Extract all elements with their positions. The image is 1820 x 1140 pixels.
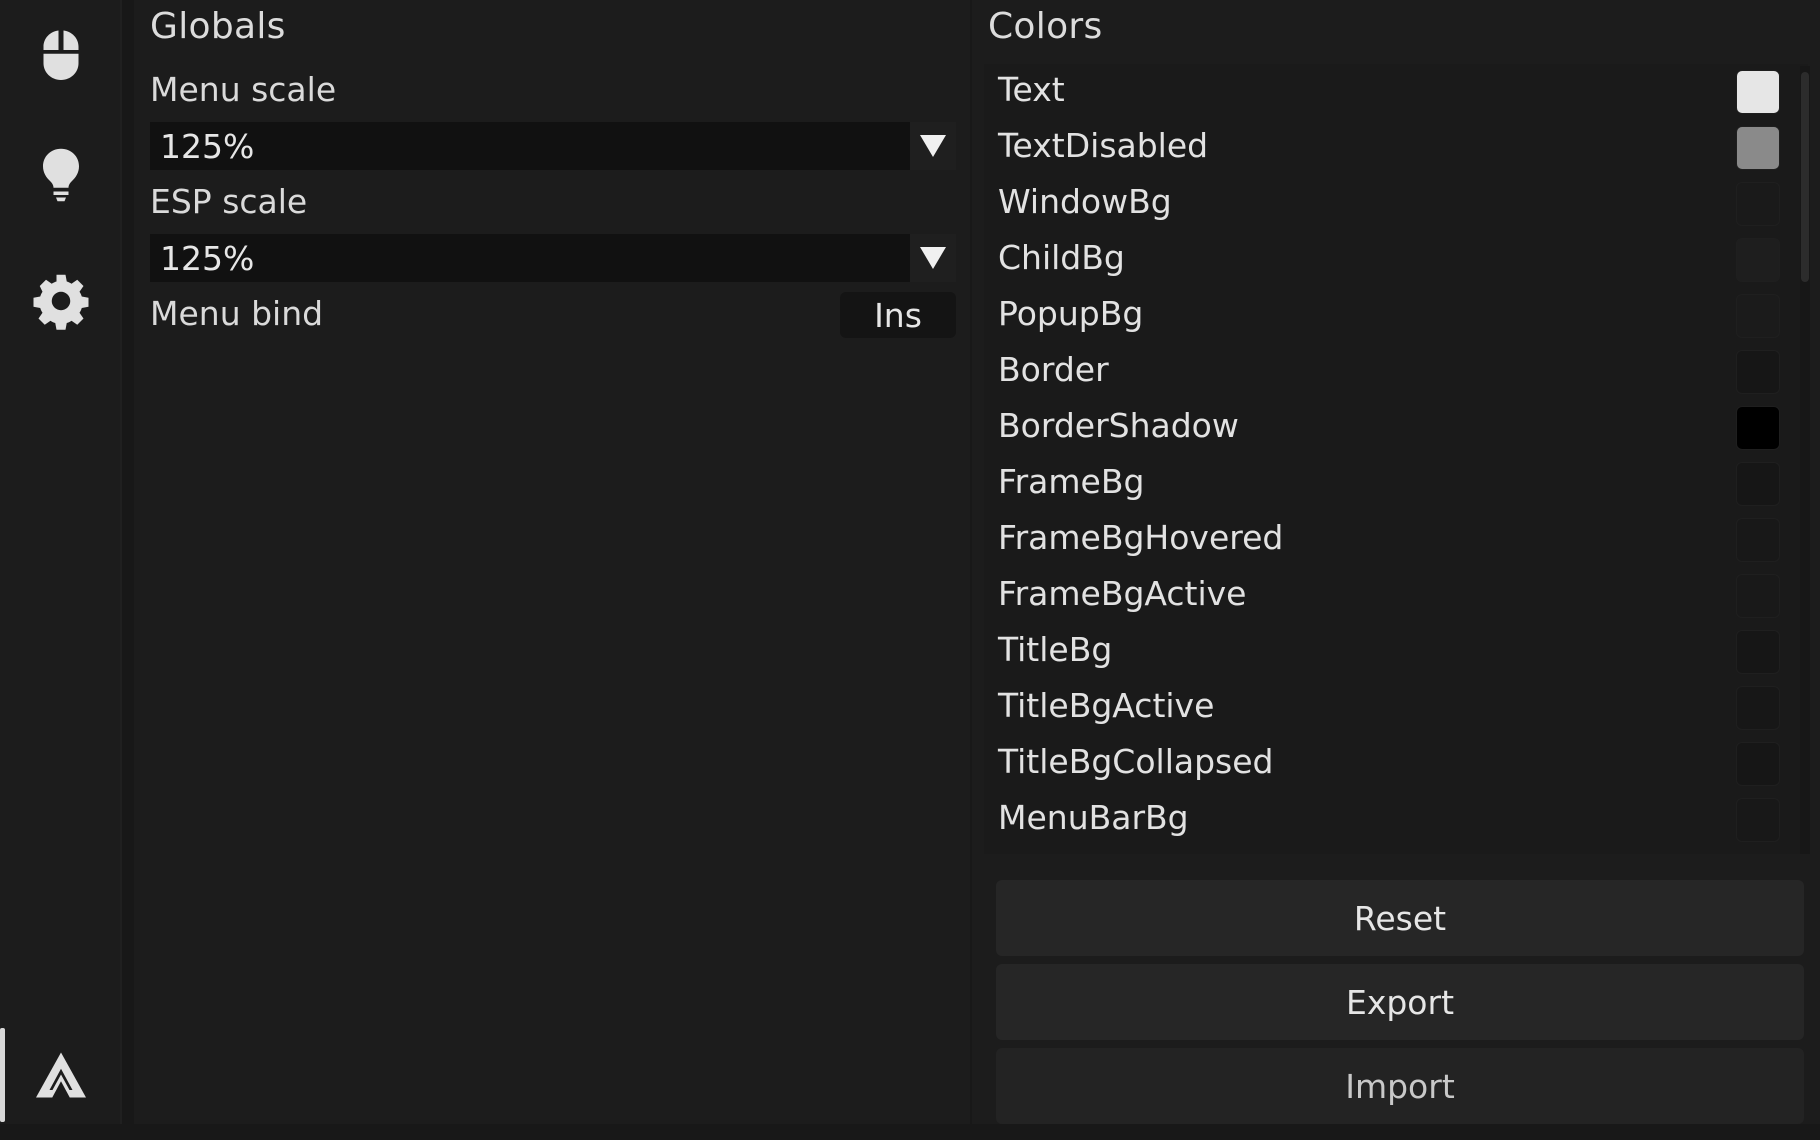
app-window: Globals Menu scale 125% ESP scale 125% M…	[0, 0, 1820, 1140]
color-row[interactable]: TitleBgActive	[984, 680, 1784, 736]
color-row[interactable]: FrameBgHovered	[984, 512, 1784, 568]
scrollbar-thumb[interactable]	[1801, 72, 1809, 282]
color-row[interactable]: FrameBg	[984, 456, 1784, 512]
color-row[interactable]: BorderShadow	[984, 400, 1784, 456]
colors-title: Colors	[988, 6, 1103, 47]
menu-scale-label: Menu scale	[150, 70, 337, 109]
colors-list[interactable]: Text TextDisabled WindowBg ChildBg PopupBg Bo…	[984, 64, 1808, 854]
color-row[interactable]: Text	[984, 64, 1784, 120]
color-swatch[interactable]	[1736, 350, 1780, 394]
color-row[interactable]: MenuBarBg	[984, 792, 1784, 848]
sidebar	[0, 0, 122, 1124]
color-name: Border	[998, 350, 1109, 389]
menu-bind-button[interactable]: Ins	[840, 292, 956, 338]
menu-bind-label: Menu bind	[150, 294, 324, 333]
import-button[interactable]: Import	[996, 1048, 1804, 1124]
color-row[interactable]: TitleBgCollapsed	[984, 736, 1784, 792]
globals-title: Globals	[150, 6, 286, 47]
esp-scale-value: 125%	[160, 239, 255, 278]
color-row[interactable]: TextDisabled	[984, 120, 1784, 176]
esp-scale-dropdown[interactable]: 125%	[150, 234, 956, 282]
color-name: PopupBg	[998, 294, 1144, 333]
color-name: FrameBg	[998, 462, 1145, 501]
color-name: WindowBg	[998, 182, 1172, 221]
dropdown-arrow-icon[interactable]	[910, 234, 956, 282]
mouse-icon	[43, 30, 79, 80]
color-name: BorderShadow	[998, 406, 1239, 445]
colors-scrollbar[interactable]	[1800, 66, 1810, 854]
sidebar-item-visuals[interactable]	[0, 120, 122, 230]
color-name: TitleBgActive	[998, 686, 1215, 725]
color-name: FrameBgActive	[998, 574, 1247, 613]
lightbulb-icon	[43, 148, 79, 202]
color-name: TextDisabled	[998, 126, 1209, 165]
color-swatch[interactable]	[1736, 630, 1780, 674]
color-swatch[interactable]	[1736, 294, 1780, 338]
color-row[interactable]: WindowBg	[984, 176, 1784, 232]
color-swatch[interactable]	[1736, 798, 1780, 842]
color-swatch[interactable]	[1736, 574, 1780, 618]
color-row[interactable]: FrameBgActive	[984, 568, 1784, 624]
dropdown-arrow-icon[interactable]	[910, 122, 956, 170]
color-swatch[interactable]	[1736, 742, 1780, 786]
menu-scale-value: 125%	[160, 127, 255, 166]
export-button[interactable]: Export	[996, 964, 1804, 1040]
esp-scale-label: ESP scale	[150, 182, 308, 221]
color-row[interactable]: Border	[984, 344, 1784, 400]
color-swatch[interactable]	[1736, 182, 1780, 226]
color-swatch[interactable]	[1736, 238, 1780, 282]
color-name: MenuBarBg	[998, 798, 1189, 837]
color-swatch[interactable]	[1736, 518, 1780, 562]
reset-button[interactable]: Reset	[996, 880, 1804, 956]
color-name: ChildBg	[998, 238, 1125, 277]
color-name: FrameBgHovered	[998, 518, 1284, 557]
color-row[interactable]: TitleBg	[984, 624, 1784, 680]
sidebar-item-about[interactable]	[0, 1020, 122, 1130]
menu-scale-dropdown[interactable]: 125%	[150, 122, 956, 170]
color-name: TitleBg	[998, 630, 1113, 669]
sidebar-item-aim[interactable]	[0, 0, 122, 110]
color-swatch[interactable]	[1736, 70, 1780, 114]
color-name: Text	[998, 70, 1065, 109]
color-swatch[interactable]	[1736, 406, 1780, 450]
color-name: TitleBgCollapsed	[998, 742, 1274, 781]
color-swatch[interactable]	[1736, 686, 1780, 730]
colors-panel: Colors Text TextDisabled WindowBg ChildBg Po…	[972, 0, 1820, 1124]
color-row[interactable]: PopupBg	[984, 288, 1784, 344]
sidebar-item-settings[interactable]	[0, 246, 122, 356]
color-swatch[interactable]	[1736, 126, 1780, 170]
logo-icon	[36, 1052, 86, 1098]
globals-panel: Globals Menu scale 125% ESP scale 125% M…	[134, 0, 970, 1124]
color-row[interactable]: ChildBg	[984, 232, 1784, 288]
gear-icon	[33, 274, 89, 330]
color-swatch[interactable]	[1736, 462, 1780, 506]
